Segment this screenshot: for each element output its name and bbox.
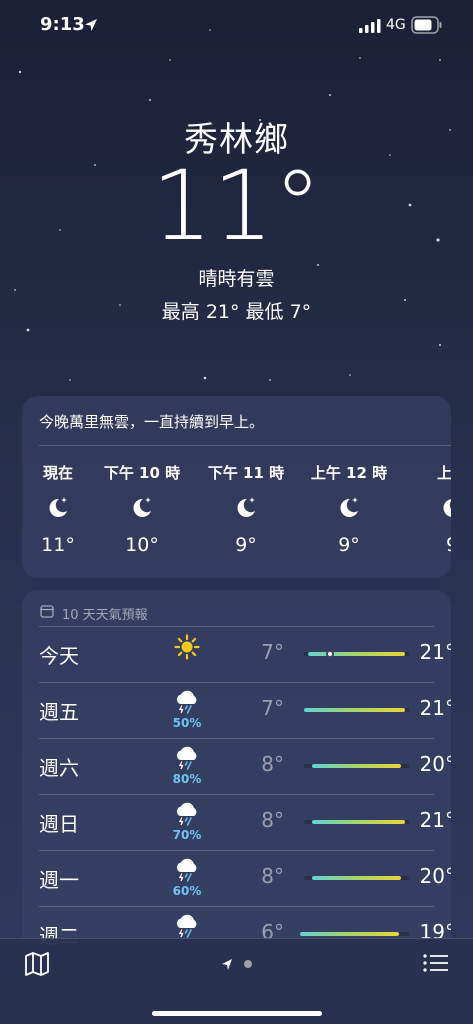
location-services-icon (85, 19, 97, 31)
row-divider (39, 906, 434, 907)
moon-stars-icon (206, 494, 286, 522)
moon-stars-icon (412, 494, 451, 522)
hourly-forecast-card[interactable]: 今晚萬里無雲，一直持續到早上。 現在 11° 下午 10 時 10° 下午 11 時 9°… (22, 396, 451, 578)
calendar-icon (40, 605, 54, 618)
precip-chance: 80% (172, 772, 202, 786)
hour-label: 上午 12 時 (310, 464, 388, 482)
row-divider (39, 850, 434, 851)
temp-range-fill (312, 876, 401, 880)
moon-stars-icon (102, 494, 182, 522)
hour-label: 下午 10 時 (103, 464, 181, 482)
low-temp: 8° (261, 752, 284, 776)
temp-range-fill (304, 708, 405, 712)
battery-icon (411, 16, 442, 34)
temp-range-fill (312, 764, 401, 768)
precip-chance: 50% (172, 716, 202, 730)
day-name: 週日 (39, 812, 79, 836)
thunderstorm-icon: 50% (167, 690, 207, 730)
row-divider (39, 626, 434, 627)
hour-temperature: 11° (41, 534, 75, 556)
temp-range-bar (304, 708, 409, 712)
high-temp: 21° (419, 696, 451, 720)
cellular-signal-icon (359, 19, 381, 33)
daily-row[interactable]: 今天 7° 21° (39, 626, 451, 682)
temp-range-bar (304, 876, 409, 880)
low-temp: 7° (261, 640, 284, 664)
day-name: 今天 (39, 644, 79, 668)
hour-temperature: 10° (125, 534, 159, 556)
daily-row[interactable]: 週日 70% 8° 21° (39, 794, 451, 850)
hourly-item: 上午 12 時 9° (309, 462, 389, 556)
hourly-summary: 今晚萬里無雲，一直持續到早上。 (39, 413, 265, 431)
day-name: 週一 (39, 868, 79, 892)
current-weather-header: 秀林鄉 11° 晴時有雲 最高 21° 最低 7° (0, 112, 473, 323)
temp-range-bar (304, 820, 409, 824)
hour-temperature: 9° (338, 534, 360, 556)
sun-icon (167, 634, 207, 664)
temp-range-bar (304, 650, 409, 658)
high-low-text: 最高 21° 最低 7° (161, 301, 312, 323)
daily-forecast-card[interactable]: 10 天天氣預報 今天 7° 21° 週五 50% 7° 21° 週六 80% 8° 20° 週日 70… (22, 590, 451, 960)
temp-range-bar (304, 764, 409, 768)
low-temp: 8° (261, 808, 284, 832)
precip-chance: 60% (172, 884, 202, 898)
hourly-item: 現在 11° (22, 462, 98, 556)
location-arrow-icon (222, 959, 232, 970)
status-bar: 9:13 4G (0, 0, 473, 56)
page-dot (244, 960, 252, 968)
hour-label: 現在 (42, 464, 73, 482)
bottom-toolbar (0, 938, 473, 1024)
thunderstorm-icon: 80% (167, 746, 207, 786)
row-divider (39, 794, 434, 795)
divider (39, 445, 451, 446)
low-temp: 8° (261, 864, 284, 888)
low-temp: 7° (261, 696, 284, 720)
page-indicator[interactable] (220, 957, 256, 971)
temp-range-fill (299, 932, 399, 936)
high-temp: 20° (419, 864, 451, 888)
hour-label: 下午 11 時 (207, 464, 285, 482)
moon-stars-icon (22, 494, 98, 522)
hourly-item: 下午 11 時 9° (206, 462, 286, 556)
temp-range-fill (312, 820, 405, 824)
high-temp: 20° (419, 752, 451, 776)
list-icon[interactable] (423, 953, 449, 973)
current-temperature: 11° (151, 150, 322, 262)
daily-row[interactable]: 週六 80% 8° 20° (39, 738, 451, 794)
row-divider (39, 682, 434, 683)
row-divider (39, 738, 434, 739)
thunderstorm-icon: 70% (167, 802, 207, 842)
current-temp-dot (326, 650, 335, 658)
thunderstorm-icon: 60% (167, 858, 207, 898)
high-temp: 21° (419, 640, 451, 664)
daily-row[interactable]: 週一 60% 8° 20° (39, 850, 451, 906)
moon-stars-icon (309, 494, 389, 522)
hourly-item: 上午 9 (412, 462, 451, 556)
hour-label: 上午 (436, 464, 451, 482)
temp-range-fill (308, 652, 405, 656)
condition-text: 晴時有雲 (198, 268, 275, 290)
status-time: 9:13 (40, 14, 85, 35)
home-indicator[interactable] (152, 1011, 322, 1016)
hour-temperature: 9 (412, 534, 451, 556)
daily-forecast-title: 10 天天氣預報 (62, 608, 148, 623)
day-name: 週六 (39, 756, 79, 780)
map-icon[interactable] (24, 952, 50, 976)
hourly-item: 下午 10 時 10° (102, 462, 182, 556)
hour-temperature: 9° (235, 534, 257, 556)
temp-range-bar (299, 932, 409, 936)
precip-chance: 70% (172, 828, 202, 842)
day-name: 週五 (39, 700, 79, 724)
high-temp: 21° (419, 808, 451, 832)
daily-row[interactable]: 週五 50% 7° 21° (39, 682, 451, 738)
network-type: 4G (386, 17, 406, 33)
